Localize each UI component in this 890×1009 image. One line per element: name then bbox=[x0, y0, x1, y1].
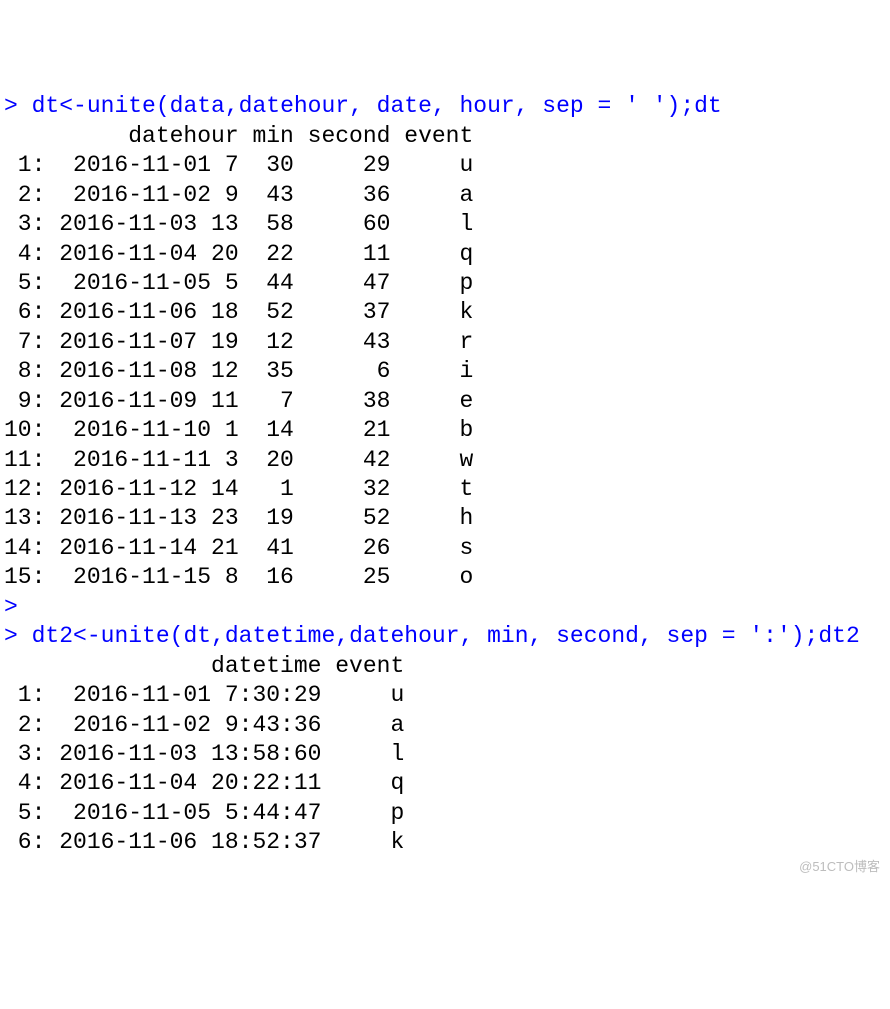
prompt[interactable]: > bbox=[4, 623, 18, 649]
prompt[interactable]: > bbox=[4, 594, 18, 620]
table2-rows: 1: 2016-11-01 7:30:29 u 2: 2016-11-02 9:… bbox=[4, 682, 404, 855]
command-1[interactable]: dt<-unite(data,datehour, date, hour, sep… bbox=[32, 93, 722, 119]
r-console: > dt<-unite(data,datehour, date, hour, s… bbox=[4, 92, 886, 857]
space bbox=[18, 93, 32, 119]
watermark: @51CTO博客 bbox=[799, 859, 880, 876]
space bbox=[18, 623, 32, 649]
command-2[interactable]: dt2<-unite(dt,datetime,datehour, min, se… bbox=[32, 623, 860, 649]
table2-header: datetime event bbox=[4, 653, 404, 679]
table1-rows: 1: 2016-11-01 7 30 29 u 2: 2016-11-02 9 … bbox=[4, 152, 473, 590]
prompt[interactable]: > bbox=[4, 93, 18, 119]
space bbox=[18, 594, 32, 620]
table1-header: datehour min second event bbox=[4, 123, 473, 149]
